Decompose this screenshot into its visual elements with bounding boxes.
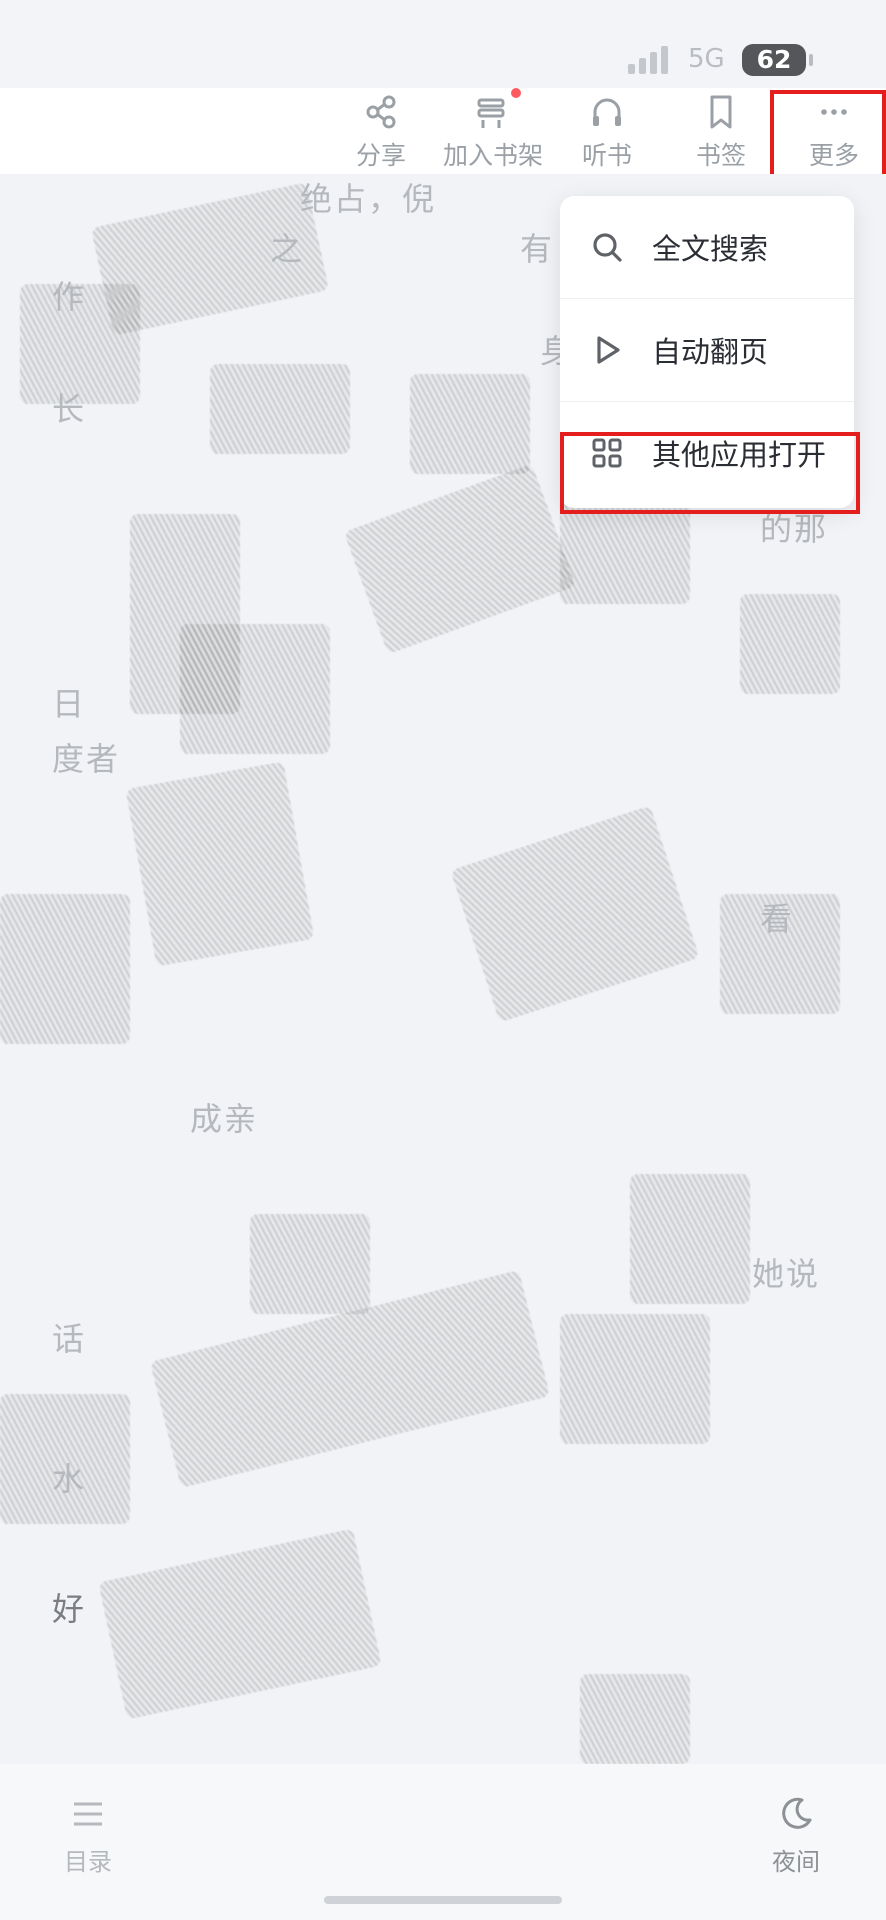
bookmark-icon	[710, 95, 732, 129]
listen-button[interactable]: 听书	[551, 88, 663, 174]
highlight-box-more	[770, 90, 886, 184]
text-fragment: 她说	[752, 1255, 821, 1293]
play-icon	[597, 336, 620, 364]
night-label: 夜间	[772, 1848, 820, 1876]
share-icon	[366, 95, 396, 129]
battery-icon	[809, 54, 813, 66]
menu-item-label: 全文搜索	[652, 232, 769, 266]
text-fragment: 度者	[52, 740, 121, 778]
text-fragment: 有	[520, 230, 555, 268]
add-shelf-icon	[477, 98, 505, 128]
bookmark-label: 书签	[695, 141, 746, 170]
share-label: 分享	[355, 141, 406, 170]
add-shelf-label: 加入书架	[442, 141, 543, 170]
menu-item-label: 自动翻页	[652, 335, 769, 369]
catalog-button[interactable]: 目录	[32, 1794, 144, 1894]
search-icon	[593, 233, 622, 262]
text-fragment: 绝占，倪	[300, 180, 437, 218]
headphones-icon	[593, 98, 621, 126]
reader-top-toolbar: 分享 加入书架 听书 书签 更多	[0, 88, 886, 174]
highlight-box-other-app	[560, 432, 860, 514]
text-fragment: 日	[52, 685, 87, 723]
menu-item-auto-page-turn[interactable]: 自动翻页	[560, 299, 854, 401]
text-fragment: 成亲	[190, 1100, 259, 1138]
text-fragment: 好	[52, 1590, 87, 1628]
moon-icon	[782, 1797, 812, 1829]
signal-icon	[628, 46, 674, 74]
battery-level: 62	[742, 44, 806, 76]
notification-dot	[511, 88, 521, 98]
add-to-shelf-button[interactable]: 加入书架	[437, 88, 549, 174]
listen-label: 听书	[581, 141, 632, 170]
bookmark-button[interactable]: 书签	[665, 88, 777, 174]
text-fragment: 水	[52, 1460, 87, 1498]
menu-item-full-text-search[interactable]: 全文搜索	[560, 196, 854, 298]
network-type: 5G	[688, 44, 725, 74]
text-fragment: 话	[52, 1320, 87, 1358]
night-mode-button[interactable]: 夜间	[740, 1794, 852, 1894]
text-fragment: 长	[52, 390, 87, 428]
catalog-label: 目录	[64, 1848, 112, 1876]
menu-list-icon	[74, 1802, 102, 1826]
home-indicator[interactable]	[324, 1896, 562, 1904]
text-fragment: 之	[270, 230, 305, 268]
text-fragment: 看	[760, 900, 795, 938]
text-fragment: 作	[52, 278, 87, 316]
share-button[interactable]: 分享	[325, 88, 437, 174]
status-bar: 5G 62	[0, 0, 886, 88]
